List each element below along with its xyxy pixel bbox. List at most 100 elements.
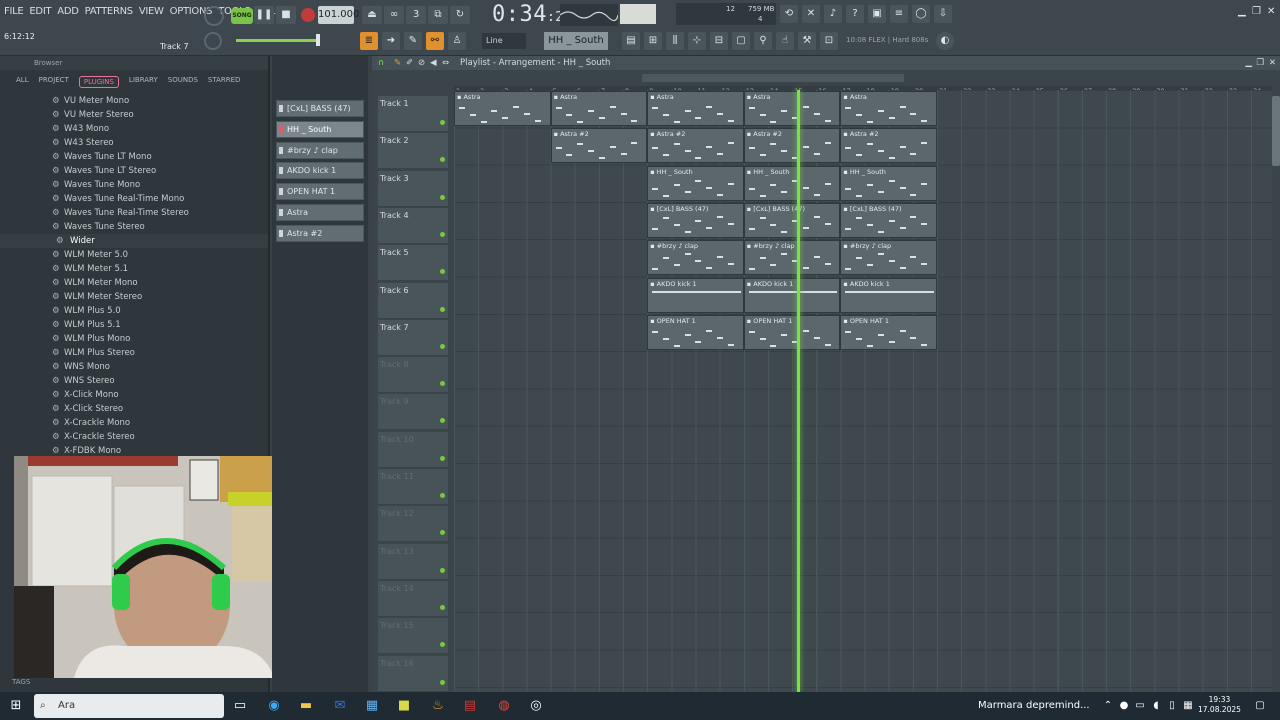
- track-header[interactable]: Track 6: [378, 282, 448, 319]
- track-header[interactable]: Track 1: [378, 96, 448, 132]
- countdown-icon[interactable]: 3: [406, 6, 426, 24]
- pattern-item[interactable]: AKDO kick 1: [276, 162, 364, 180]
- mixer-view-icon[interactable]: ⫼: [666, 32, 684, 50]
- tuner-icon[interactable]: ⚲: [754, 32, 772, 50]
- playlist-maximize-icon[interactable]: ❐: [1256, 56, 1264, 70]
- track-header[interactable]: Track 10: [378, 431, 448, 468]
- save-icon[interactable]: ▣: [868, 5, 886, 23]
- plugin-picker-icon[interactable]: ⊹: [688, 32, 706, 50]
- globe-icon[interactable]: ◐: [936, 32, 954, 50]
- pattern-item[interactable]: #brzy ♪ clap: [276, 141, 364, 159]
- browser-item[interactable]: ⚙ WLM Plus Mono: [0, 332, 268, 346]
- track-header[interactable]: Track 2: [378, 133, 448, 170]
- browser-item[interactable]: ⚙ WLM Plus 5.0: [0, 304, 268, 318]
- playlist-clip[interactable]: AKDO kick 1: [743, 277, 841, 313]
- delete-tool-icon[interactable]: ⊘: [418, 56, 425, 70]
- track-mute-led[interactable]: [440, 343, 445, 349]
- taskbar-search[interactable]: ⌕ Ara: [34, 694, 224, 718]
- close-icon[interactable]: ✕: [1267, 6, 1275, 17]
- browser-item[interactable]: ⚙ X-Crackle Mono: [0, 416, 268, 430]
- track-mute-led[interactable]: [440, 493, 445, 498]
- file-explorer-icon[interactable]: ▬: [296, 696, 316, 716]
- menu-item-patterns[interactable]: PATTERNS: [85, 6, 134, 17]
- playlist-clip[interactable]: OPEN HAT 1: [647, 314, 744, 350]
- mic-icon[interactable]: ♪: [824, 5, 842, 23]
- browser-item[interactable]: ⚙ X-Click Mono: [0, 388, 268, 402]
- pattern-item[interactable]: [CxL] BASS (47): [276, 100, 364, 117]
- playlist-clip[interactable]: Astra: [840, 91, 937, 126]
- track-mute-led[interactable]: [440, 157, 445, 163]
- playlist-clip[interactable]: AKDO kick 1: [647, 277, 744, 313]
- horizontal-scrollbar[interactable]: [642, 74, 904, 82]
- mixer-icon[interactable]: ≡: [890, 5, 908, 23]
- blend-notes-icon[interactable]: ⧉: [428, 6, 448, 24]
- playlist-clip[interactable]: HH _ South: [743, 165, 841, 201]
- track-header[interactable]: Track 15: [378, 618, 448, 655]
- vertical-scrollbar[interactable]: [1272, 96, 1280, 166]
- playlist-clip[interactable]: HH _ South: [647, 165, 744, 201]
- track-header[interactable]: Track 5: [378, 245, 448, 282]
- draw-icon[interactable]: ✎: [404, 32, 422, 50]
- master-volume-slider[interactable]: [236, 39, 320, 42]
- browser-item[interactable]: ⚙ Waves Tune Mono: [0, 178, 268, 192]
- playlist-clip[interactable]: Astra #2: [840, 128, 937, 164]
- track-header[interactable]: Track 3: [378, 170, 448, 207]
- magnet-icon[interactable]: ∩: [378, 56, 384, 70]
- tempo-display[interactable]: 101.000: [318, 6, 359, 24]
- browser-item[interactable]: ⚙ WNS Mono: [0, 360, 268, 374]
- cart-icon[interactable]: ⊡: [820, 32, 838, 50]
- browser-item[interactable]: ⚙ Waves Tune Real-Time Mono: [0, 192, 268, 206]
- pattern-song-toggle[interactable]: [204, 6, 224, 26]
- track-header[interactable]: Track 13: [378, 543, 448, 580]
- browser-item[interactable]: ⚙ Waves Tune Real-Time Stereo: [0, 206, 268, 220]
- browser-item[interactable]: ⚙ WLM Meter 5.1: [0, 262, 268, 276]
- track-mute-led[interactable]: [440, 567, 445, 573]
- browser-item[interactable]: ⚙ WNS Stereo: [0, 374, 268, 388]
- browser-item[interactable]: ⚙ WLM Meter Mono: [0, 276, 268, 290]
- track-header[interactable]: Track 7: [378, 319, 448, 356]
- pattern-item[interactable]: OPEN HAT 1: [276, 183, 364, 201]
- browser-item[interactable]: ⚙ WLM Meter 5.0: [0, 248, 268, 262]
- playlist-minimize-icon[interactable]: ▁: [1245, 56, 1252, 70]
- browser-tab-project[interactable]: PROJECT: [39, 76, 69, 92]
- obs-icon[interactable]: ◎: [526, 696, 546, 716]
- track-header[interactable]: Track 4: [378, 207, 448, 244]
- task-view-icon[interactable]: ▭: [230, 696, 250, 716]
- stamp-icon[interactable]: ♙: [448, 32, 466, 50]
- restore-icon[interactable]: ❐: [1252, 6, 1261, 17]
- playlist-clip[interactable]: OPEN HAT 1: [840, 314, 937, 350]
- calendar-icon[interactable]: ▦: [1178, 696, 1198, 716]
- browser-tab-library[interactable]: LIBRARY: [129, 76, 158, 92]
- track-mute-led[interactable]: [440, 231, 445, 237]
- track-mute-led[interactable]: [440, 604, 445, 610]
- mute-tool-icon[interactable]: ◀: [430, 56, 437, 70]
- pattern-item[interactable]: Astra: [276, 204, 364, 221]
- browser-item[interactable]: ⚙ Wider: [0, 234, 268, 248]
- track-mute-led[interactable]: [440, 194, 445, 200]
- store-icon[interactable]: ▦: [362, 696, 382, 716]
- track-mute-led[interactable]: [440, 418, 445, 424]
- browser-tab-plugins[interactable]: PLUGINS: [78, 76, 119, 88]
- browser-item[interactable]: ⚙ X-Click Stereo: [0, 402, 268, 416]
- browser-item[interactable]: ⚙ WLM Plus 5.1: [0, 318, 268, 332]
- track-mute-led[interactable]: [440, 642, 445, 648]
- track-mute-led[interactable]: [440, 306, 445, 312]
- snap-select[interactable]: Line: [482, 33, 526, 49]
- notification-icon[interactable]: ▢: [1250, 696, 1270, 716]
- browser-item[interactable]: ⚙ Waves Tune LT Stereo: [0, 164, 268, 178]
- track-header[interactable]: Track 14: [378, 580, 448, 617]
- record-button[interactable]: [301, 8, 315, 22]
- menu-item-view[interactable]: VIEW: [139, 6, 164, 17]
- pattern-item[interactable]: Astra #2: [276, 224, 364, 242]
- playlist-clip[interactable]: AKDO kick 1: [840, 277, 937, 313]
- playlist-clip[interactable]: Astra #2: [647, 128, 744, 164]
- draw-tool-icon[interactable]: ✎: [394, 56, 401, 70]
- pattern-selector[interactable]: HH _ South: [544, 32, 608, 50]
- browser-item[interactable]: ⚙ Waves Tune Stereo: [0, 220, 268, 234]
- piano-roll-icon[interactable]: ⊞: [644, 32, 662, 50]
- winrar-icon[interactable]: ▤: [460, 696, 480, 716]
- touch-icon[interactable]: ☝: [776, 32, 794, 50]
- wait-input-icon[interactable]: ∞: [384, 6, 404, 24]
- playlist-clip[interactable]: HH _ South: [840, 165, 937, 201]
- browser-item[interactable]: ⚙ VU Meter Stereo: [0, 108, 268, 122]
